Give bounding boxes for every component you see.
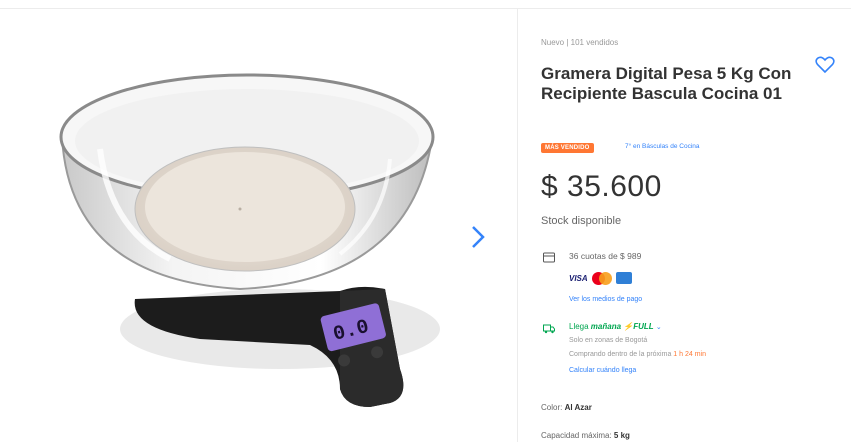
payment-methods-link[interactable]: Ver los medios de pago xyxy=(569,296,642,303)
full-badge: ⚡FULL xyxy=(623,322,654,331)
visa-logo: VISA xyxy=(569,273,588,283)
shipping-deadline: Comprando dentro de la próxima 1 h 24 mi… xyxy=(569,351,706,358)
next-image-chevron-right-icon[interactable] xyxy=(466,223,490,251)
heart-icon[interactable] xyxy=(815,56,835,74)
category-rank-link[interactable]: 7° en Básculas de Cocina xyxy=(625,143,700,150)
condition-sold-count: Nuevo | 101 vendidos xyxy=(541,38,619,47)
truck-icon xyxy=(543,324,555,334)
credit-card-icon xyxy=(543,252,555,263)
installments-text: 36 cuotas de $ 989 xyxy=(569,251,642,261)
chevron-down-icon[interactable]: ⌄ xyxy=(656,324,662,331)
arrival-prefix: Llega xyxy=(569,322,591,331)
product-info-panel: Nuevo | 101 vendidos Gramera Digital Pes… xyxy=(541,0,841,442)
capacity-attribute: Capacidad máxima: 5 kg xyxy=(541,431,630,440)
amex-logo xyxy=(615,272,632,284)
calculate-delivery-link[interactable]: Calcular cuándo llega xyxy=(569,367,636,374)
arrival-day: mañana xyxy=(590,322,622,331)
mastercard-logo xyxy=(591,271,612,285)
color-value: Al Azar xyxy=(564,403,592,412)
product-title: Gramera Digital Pesa 5 Kg Con Recipiente… xyxy=(541,64,792,103)
column-divider xyxy=(517,9,518,442)
product-gallery: 0.0 xyxy=(0,9,517,442)
product-image[interactable]: 0.0 xyxy=(40,29,460,429)
stock-status: Stock disponible xyxy=(541,215,622,227)
best-seller-badge: MÁS VENDIDO xyxy=(541,143,594,153)
color-label: Color: xyxy=(541,403,565,412)
capacity-value: 5 kg xyxy=(613,431,630,440)
capacity-label: Capacidad máxima: xyxy=(541,431,614,440)
payment-cards: VISA xyxy=(569,270,632,286)
product-price: $ 35.600 xyxy=(541,170,662,203)
shipping-arrival: Llega mañana ⚡FULL ⌄ xyxy=(569,322,662,331)
shipping-zone: Solo en zonas de Bogotá xyxy=(569,337,648,344)
color-attribute: Color: Al Azar xyxy=(541,403,592,412)
deadline-time: 1 h 24 min xyxy=(673,351,706,358)
deadline-prefix: Comprando dentro de la próxima xyxy=(569,351,674,358)
